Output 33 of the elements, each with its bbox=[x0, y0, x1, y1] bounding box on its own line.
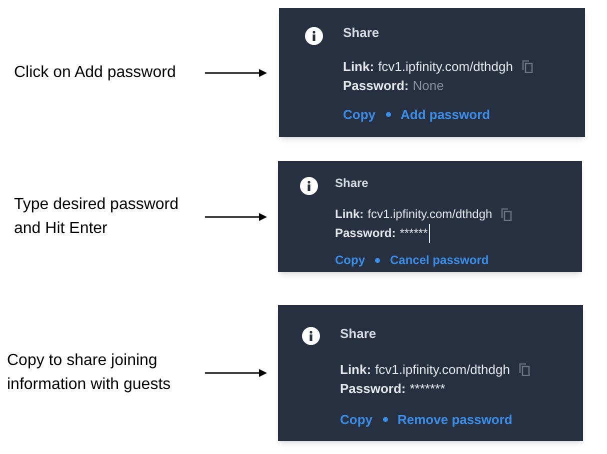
password-label: Password: bbox=[343, 77, 409, 95]
panel-title: Share bbox=[335, 177, 370, 189]
copy-link[interactable]: Copy bbox=[343, 105, 376, 124]
instruction-text: Type desired password and Hit Enter bbox=[13, 194, 180, 238]
copy-icon[interactable] bbox=[518, 363, 530, 376]
info-icon bbox=[300, 177, 318, 195]
link-label: Link: bbox=[343, 58, 374, 76]
copy-link[interactable]: Copy bbox=[335, 251, 365, 269]
password-label: Password: bbox=[335, 225, 396, 242]
password-action-link[interactable]: Remove password bbox=[398, 410, 512, 430]
copy-link[interactable]: Copy bbox=[340, 410, 372, 430]
link-text: fcv1.ipfinity.com/dthdgh bbox=[375, 361, 510, 379]
password-value: ******* bbox=[410, 380, 446, 398]
instruction-text: Click on Add password bbox=[13, 62, 177, 82]
panel-title: Share bbox=[340, 327, 378, 340]
info-icon bbox=[305, 27, 323, 45]
panel-title: Share bbox=[343, 26, 380, 39]
password-label: Password: bbox=[340, 380, 406, 398]
copy-icon[interactable] bbox=[522, 60, 533, 73]
link-text: fcv1.ipfinity.com/dthdgh bbox=[368, 206, 492, 223]
password-field[interactable]: ****** bbox=[400, 224, 430, 243]
copy-icon[interactable] bbox=[501, 208, 512, 221]
instruction-text: Copy to share joining information with guests bbox=[6, 351, 172, 395]
password-action-link[interactable]: Cancel password bbox=[390, 251, 489, 269]
link-label: Link: bbox=[335, 206, 364, 223]
link-text: fcv1.ipfinity.com/dthdgh bbox=[378, 58, 513, 76]
arrow-icon bbox=[205, 68, 267, 78]
password-action-link[interactable]: Add password bbox=[400, 105, 490, 124]
link-label: Link: bbox=[340, 361, 372, 379]
arrow-icon bbox=[205, 368, 267, 378]
info-icon bbox=[302, 327, 320, 345]
arrow-icon bbox=[205, 212, 267, 222]
password-value: None bbox=[412, 77, 444, 95]
